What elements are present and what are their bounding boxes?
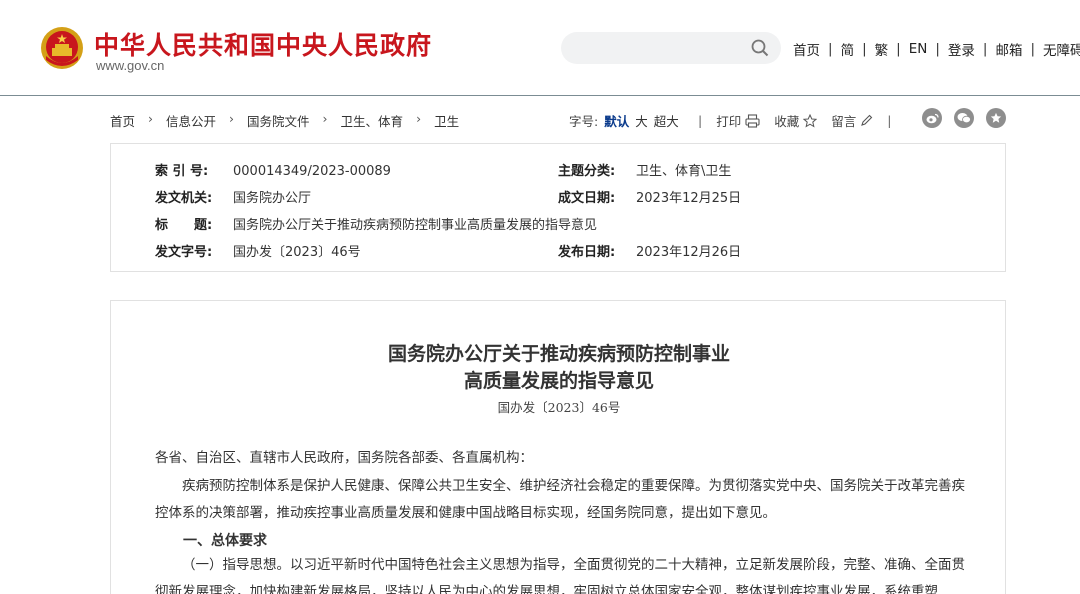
favorite-label: 收藏	[774, 114, 800, 129]
star-share-icon[interactable]	[986, 108, 1006, 128]
salutation: 各省、自治区、直辖市人民政府，国务院各部委、各直属机构：	[155, 450, 533, 466]
doc-number: 国办发〔2023〕46号	[497, 400, 621, 415]
printer-icon	[745, 113, 760, 128]
star-icon	[803, 113, 818, 128]
nav-english[interactable]: EN	[909, 41, 928, 57]
nav-home[interactable]: 首页	[793, 39, 820, 59]
info-category: 主题分类: 卫生、体育\卫生	[558, 164, 732, 179]
weibo-icon[interactable]	[922, 108, 942, 128]
intro-paragraph: 疾病预防控制体系是保护人民健康、保障公共卫生安全、维护经济社会稳定的重要保障。为…	[155, 478, 965, 521]
paragraph-lead: （一）指导思想。	[182, 557, 290, 573]
search-box	[561, 32, 781, 64]
top-nav: 首页 | 简 | 繁 | EN | 登录 | 邮箱 | 无障碍	[793, 39, 1080, 59]
search-icon[interactable]	[751, 39, 769, 57]
font-size-default[interactable]: 默认	[604, 111, 629, 130]
breadcrumb-health[interactable]: 卫生	[434, 111, 459, 130]
doc-title-line1: 国务院办公厅关于推动疾病预防控制事业	[387, 343, 730, 365]
breadcrumb-home[interactable]: 首页	[110, 111, 135, 130]
tools-bar: | 打印 收藏 留言 |	[698, 111, 892, 130]
info-issuer: 发文机关: 国务院办公厅	[155, 191, 312, 206]
breadcrumb: 首页 › 信息公开 › 国务院文件 › 卫生、体育 › 卫生	[110, 111, 460, 130]
pencil-icon	[861, 114, 873, 126]
print-button[interactable]: 打印	[716, 111, 760, 130]
search-input[interactable]	[577, 32, 747, 64]
breadcrumb-row: 首页 › 信息公开 › 国务院文件 › 卫生、体育 › 卫生 字号: 默认 大 超大 |…	[110, 108, 1006, 130]
print-label: 打印	[716, 114, 742, 129]
wechat-icon[interactable]	[954, 108, 974, 128]
breadcrumb-info-public[interactable]: 信息公开	[166, 111, 216, 130]
document-content: 国务院办公厅关于推动疾病预防控制事业 高质量发展的指导意见 国办发〔2023〕4…	[110, 300, 1006, 594]
nav-mail[interactable]: 邮箱	[995, 39, 1022, 59]
info-docno: 发文字号: 国办发〔2023〕46号	[155, 245, 361, 260]
font-size-xlarge[interactable]: 超大	[654, 111, 679, 130]
nav-simplified[interactable]: 简	[841, 39, 855, 59]
font-size-label: 字号:	[569, 114, 599, 129]
info-publish-date: 发布日期: 2023年12月26日	[558, 245, 742, 260]
site-url: www.gov.cn	[96, 58, 165, 73]
section-heading-1: 一、总体要求	[183, 533, 267, 549]
favorite-button[interactable]: 收藏	[774, 111, 818, 130]
info-index: 索 引 号: 000014349/2023-00089	[155, 164, 391, 179]
nav-traditional[interactable]: 繁	[875, 39, 889, 59]
comment-button[interactable]: 留言	[831, 111, 873, 130]
site-header: 中华人民共和国中央人民政府 www.gov.cn 首页 | 简 | 繁 | EN | 登…	[0, 0, 1080, 96]
nav-login[interactable]: 登录	[948, 39, 975, 59]
national-emblem-icon[interactable]	[40, 26, 84, 70]
nav-accessibility[interactable]: 无障碍	[1043, 39, 1080, 59]
comment-label: 留言	[831, 114, 857, 129]
doc-title-line2: 高质量发展的指导意见	[463, 370, 654, 392]
info-date: 成文日期: 2023年12月25日	[558, 191, 742, 206]
paragraph-guiding-thought: （一）指导思想。以习近平新时代中国特色社会主义思想为指导，全面贯彻党的二十大精神…	[155, 552, 965, 594]
document-info-table: 索 引 号: 000014349/2023-00089 主题分类: 卫生、体育\卫生…	[110, 143, 1006, 272]
font-size-control: 字号: 默认 大 超大	[569, 111, 679, 130]
breadcrumb-health-sports[interactable]: 卫生、体育	[341, 111, 404, 130]
breadcrumb-state-council-docs[interactable]: 国务院文件	[247, 111, 310, 130]
font-size-large[interactable]: 大	[635, 111, 648, 130]
info-title: 标 题: 国务院办公厅关于推动疾病预防控制事业高质量发展的指导意见	[155, 218, 598, 233]
site-title[interactable]: 中华人民共和国中央人民政府	[94, 26, 432, 62]
